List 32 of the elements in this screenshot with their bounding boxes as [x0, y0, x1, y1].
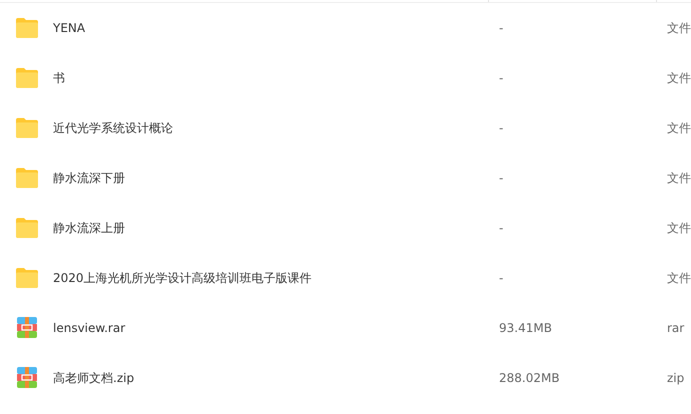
file-size: -	[499, 71, 504, 85]
folder-icon	[15, 167, 39, 189]
file-name[interactable]: YENA	[53, 21, 86, 35]
file-name[interactable]: 近代光学系统设计概论	[53, 120, 173, 136]
file-name[interactable]: 2020上海光机所光学设计高级培训班电子版课件	[53, 270, 312, 286]
file-name[interactable]: lensview.rar	[53, 321, 126, 335]
file-name[interactable]: 书	[53, 70, 65, 86]
file-type: 文件	[667, 170, 691, 186]
file-size: -	[499, 271, 504, 285]
file-type: 文件	[667, 120, 691, 136]
file-size: 288.02MB	[499, 371, 560, 385]
folder-icon	[15, 217, 39, 239]
file-size: -	[499, 121, 504, 135]
file-name[interactable]: 高老师文档.zip	[53, 370, 134, 386]
file-type: 文件	[667, 220, 691, 236]
file-type: 文件	[667, 70, 691, 86]
file-name[interactable]: 静水流深上册	[53, 220, 125, 236]
file-type: 文件	[667, 270, 691, 286]
folder-icon	[15, 17, 39, 39]
file-type: 文件	[667, 20, 691, 36]
file-type: rar	[667, 321, 684, 335]
file-size: -	[499, 171, 504, 185]
file-size: -	[499, 221, 504, 235]
file-size: -	[499, 21, 504, 35]
folder-icon	[15, 67, 39, 89]
folder-icon	[15, 117, 39, 139]
archive-icon	[15, 367, 39, 389]
file-type: zip	[667, 371, 684, 385]
archive-icon	[15, 317, 39, 339]
file-size: 93.41MB	[499, 321, 552, 335]
folder-icon	[15, 267, 39, 289]
file-name[interactable]: 静水流深下册	[53, 170, 125, 186]
